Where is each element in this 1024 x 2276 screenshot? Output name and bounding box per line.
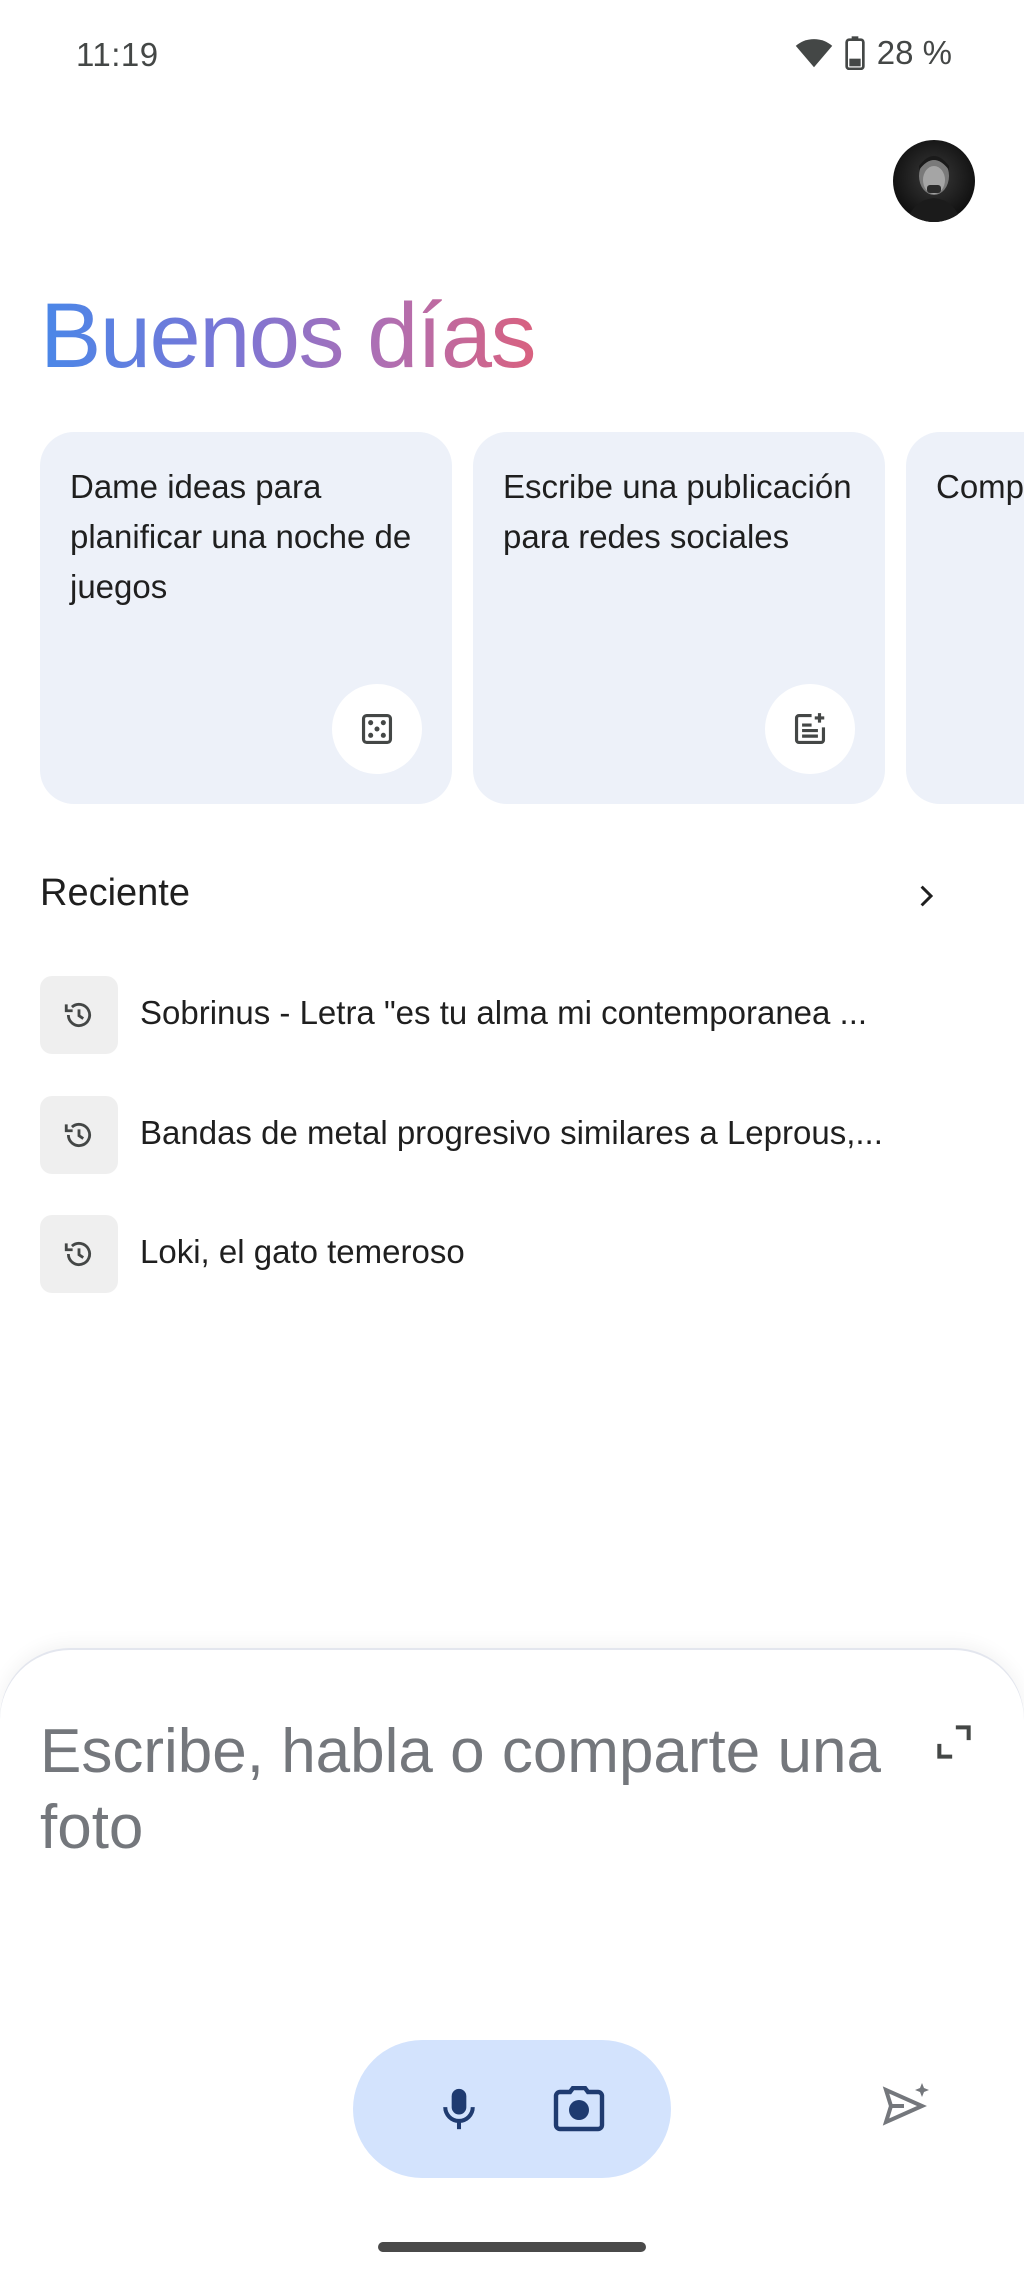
prompt-input[interactable]: Escribe, habla o comparte una foto: [40, 1714, 920, 1866]
wifi-icon: [795, 37, 833, 69]
avatar[interactable]: [893, 140, 975, 222]
suggestion-text: Comp difere opcio: [936, 468, 1024, 505]
battery-icon: [845, 36, 865, 70]
recent-item-label: Loki, el gato temeroso: [140, 1233, 465, 1270]
recent-title: Reciente: [40, 872, 190, 914]
suggestion-card-compare[interactable]: Comp difere opcio: [906, 432, 1024, 804]
microphone-icon[interactable]: [425, 2075, 493, 2143]
status-time: 11:19: [76, 36, 159, 73]
camera-icon[interactable]: [545, 2075, 613, 2143]
suggestion-text: Dame ideas para planificar una noche de …: [70, 468, 412, 605]
greeting-title: Buenos días: [40, 276, 536, 396]
suggestion-carousel: Dame ideas para planificar una noche de …: [40, 432, 1024, 804]
status-icons: 28 %: [795, 34, 952, 72]
recent-item[interactable]: Sobrinus - Letra "es tu alma mi contempo…: [40, 976, 980, 1056]
recent-item-label: Sobrinus - Letra "es tu alma mi contempo…: [140, 994, 868, 1031]
prompt-panel: Escribe, habla o comparte una foto: [0, 1650, 1024, 2276]
suggestion-card-social-post[interactable]: Escribe una publicación para redes socia…: [473, 432, 885, 804]
history-icon: [40, 976, 118, 1054]
expand-icon[interactable]: [932, 1720, 976, 1764]
home-indicator[interactable]: [378, 2242, 646, 2252]
dice-icon: [332, 684, 422, 774]
gemini-home-screen: 11:19 28 % Buenos días Dame ideas para p…: [0, 0, 1024, 2276]
battery-level: 28 %: [876, 34, 952, 71]
recent-item[interactable]: Loki, el gato temeroso: [40, 1215, 980, 1295]
recent-section-header: Reciente: [40, 866, 940, 926]
post-add-icon: [765, 684, 855, 774]
voice-camera-pill: [353, 2040, 671, 2178]
suggestion-card-game-night[interactable]: Dame ideas para planificar una noche de …: [40, 432, 452, 804]
status-bar: 11:19 28 %: [0, 0, 1024, 112]
recent-item[interactable]: Bandas de metal progresivo similares a L…: [40, 1096, 980, 1176]
chevron-right-icon[interactable]: [902, 872, 950, 920]
send-sparkle-icon[interactable]: [874, 2074, 938, 2138]
suggestion-text: Escribe una publicación para redes socia…: [503, 468, 852, 555]
history-icon: [40, 1096, 118, 1174]
recent-item-label: Bandas de metal progresivo similares a L…: [140, 1114, 883, 1151]
history-icon: [40, 1215, 118, 1293]
